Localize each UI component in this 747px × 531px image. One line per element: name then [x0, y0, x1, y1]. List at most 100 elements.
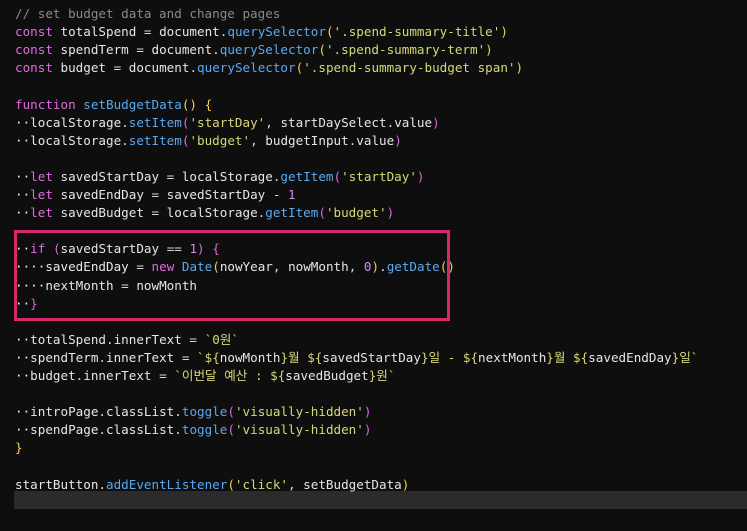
code-token: startDaySelect: [280, 114, 387, 130]
code-line[interactable]: ··spendTerm.innerText = `${nowMonth}월 ${…: [15, 349, 698, 367]
code-line[interactable]: }: [15, 439, 23, 457]
code-token: totalSpend: [52, 24, 144, 40]
code-token: 'budget': [325, 205, 387, 221]
code-token: innerText: [113, 331, 190, 347]
code-token: .: [98, 349, 107, 365]
code-token: 'startDay': [341, 168, 417, 184]
code-line[interactable]: ··spendPage.classList.toggle('visually-h…: [15, 421, 371, 439]
code-token: .: [212, 42, 220, 58]
code-token: .: [106, 331, 114, 347]
code-token: savedEndDay: [52, 187, 152, 202]
code-token: .: [174, 422, 182, 438]
code-line[interactable]: ··let savedStartDay = localStorage.getIt…: [15, 168, 425, 186]
code-token: document: [151, 24, 220, 40]
code-token: `0원`: [204, 331, 239, 347]
code-token: =: [136, 42, 144, 58]
code-token: '.spend-summary-budget span': [303, 60, 516, 76]
code-token: ··: [15, 368, 31, 383]
code-token: }: [15, 440, 23, 456]
code-token: document: [143, 42, 213, 58]
code-token: =: [189, 331, 198, 347]
code-token: classList: [106, 404, 175, 420]
code-token: getItem: [280, 168, 334, 184]
current-line-highlight: [14, 491, 747, 509]
code-token: getItem: [265, 205, 319, 221]
code-token: (: [333, 168, 342, 184]
annotation-highlight-box: [14, 230, 450, 321]
code-token: ··: [15, 114, 31, 130]
code-token: // set budget data and change pages: [15, 6, 281, 21]
code-token: spendTerm: [30, 349, 99, 365]
code-token: `이번달 예산 : ${: [174, 368, 286, 383]
code-token: .: [121, 114, 129, 130]
code-token: querySelector: [227, 24, 326, 40]
code-token: .: [98, 404, 107, 420]
code-line[interactable]: ··localStorage.setItem('budget', budgetI…: [15, 132, 402, 150]
code-token: setBudgetData: [303, 476, 402, 492]
code-token: value: [356, 132, 395, 148]
code-token: startButton: [15, 476, 99, 492]
code-token: (: [318, 42, 326, 58]
code-token: {: [204, 96, 213, 112]
code-token: innerText: [106, 349, 182, 365]
code-line[interactable]: const spendTerm = document.querySelector…: [15, 41, 493, 59]
code-token: ··: [15, 404, 31, 420]
code-token: .: [98, 476, 106, 492]
code-token: localStorage: [30, 114, 122, 130]
code-token: (: [227, 476, 235, 492]
code-line[interactable]: ··let savedEndDay = savedStartDay - 1: [15, 186, 296, 204]
code-line[interactable]: ··introPage.classList.toggle('visually-h…: [15, 403, 371, 421]
code-token: ): [363, 404, 372, 420]
code-token: =: [151, 187, 160, 202]
code-line[interactable]: ··let savedBudget = localStorage.getItem…: [15, 204, 394, 222]
code-line[interactable]: startButton.addEventListener('click', se…: [15, 476, 409, 494]
code-token: .: [174, 404, 182, 420]
code-token: setItem: [128, 132, 182, 148]
code-line[interactable]: // set budget data and change pages: [15, 5, 280, 23]
code-token: savedEndDay: [588, 349, 672, 365]
code-token: (: [227, 422, 235, 438]
code-token: ): [500, 24, 508, 40]
code-token: const: [15, 60, 53, 76]
code-token: }월 ${: [280, 349, 323, 365]
code-line[interactable]: ··budget.innerText = `이번달 예산 : ${savedBu…: [15, 367, 395, 385]
code-line[interactable]: const budget = document.querySelector('.…: [15, 59, 523, 77]
code-token: }월 ${: [546, 349, 589, 365]
code-token: '.spend-summary-term': [325, 42, 486, 58]
code-token: 1: [288, 187, 296, 202]
code-token: }일 - ${: [420, 349, 479, 365]
code-token: document: [121, 60, 190, 76]
code-token: localStorage: [30, 132, 122, 148]
code-token: ): [432, 114, 440, 130]
code-token: querySelector: [219, 42, 319, 58]
code-line[interactable]: function setBudgetData() {: [15, 96, 212, 114]
code-token: spendTerm: [52, 42, 137, 58]
code-token: nowMonth: [219, 349, 281, 365]
code-editor[interactable]: // set budget data and change pages const…: [0, 0, 747, 531]
code-token: savedStartDay: [322, 349, 421, 365]
code-token: ): [363, 422, 372, 438]
code-token: budget: [30, 368, 76, 383]
code-token: savedStartDay: [52, 168, 167, 184]
code-token: classList: [106, 422, 175, 438]
code-token: ··: [15, 331, 31, 347]
code-token: .: [121, 132, 129, 148]
code-token: .: [98, 422, 107, 438]
code-line[interactable]: ··localStorage.setItem('startDay', start…: [15, 114, 440, 132]
code-token: nextMonth: [478, 349, 547, 365]
code-token: addEventListener: [106, 476, 228, 492]
code-token: 'startDay': [189, 114, 266, 130]
code-token: function: [15, 96, 76, 112]
code-line[interactable]: ··totalSpend.innerText = `0원`: [15, 331, 239, 349]
code-token: ··: [15, 205, 31, 221]
code-token: ··: [15, 168, 31, 184]
code-token: ,: [288, 476, 304, 492]
code-token: const: [15, 42, 53, 58]
code-token: let: [30, 168, 53, 184]
code-line[interactable]: const totalSpend = document.querySelecto…: [15, 23, 508, 41]
code-token: =: [159, 368, 167, 383]
code-token: let: [30, 205, 53, 221]
code-token: ··: [15, 349, 31, 365]
